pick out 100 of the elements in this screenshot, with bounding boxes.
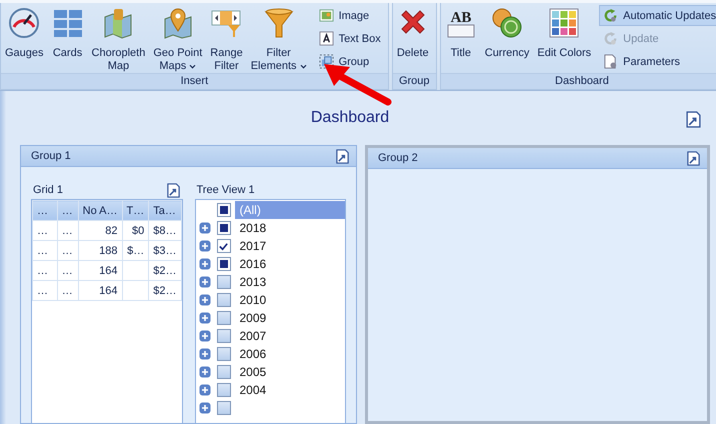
checkbox[interactable]	[216, 203, 230, 217]
tree-row[interactable]: 2013	[196, 273, 345, 291]
ribbon-button[interactable]: Cards	[48, 5, 88, 60]
tree-item-label: 2005	[238, 364, 268, 381]
ribbon-button[interactable]: AB Title	[440, 5, 481, 60]
table-cell: 164	[78, 260, 122, 280]
table-cell: $3…	[148, 240, 181, 260]
tree-item-label: (All)	[234, 201, 345, 219]
tree-row[interactable]: 2016	[196, 255, 345, 273]
funnel-icon	[262, 7, 295, 39]
cards-icon	[52, 7, 84, 39]
tree-item-label: 2009	[238, 310, 268, 327]
group-panel[interactable]: Group 1 Grid 1 … … No A… T… Ta… … … 82 $0 $8… … … 188 $… $3… … … 164 $2… … … 164 $2… Tree View 1 (All) 2018 2017 2016 2013 2010 2009 2007 2006 2005 2004	[20, 145, 357, 424]
tree-item-label: 2017	[238, 238, 268, 255]
ribbon-button[interactable]: Image	[314, 5, 385, 26]
tree-item-label: 2018	[238, 220, 268, 237]
tree-row[interactable]: 2007	[196, 327, 345, 345]
expand-icon[interactable]	[198, 330, 210, 342]
expand-icon[interactable]	[198, 222, 210, 234]
table-cell: 164	[78, 280, 122, 300]
tree-item-label: 2007	[238, 328, 268, 345]
export-icon[interactable]	[685, 111, 702, 128]
tree-item-label: 2010	[238, 292, 268, 309]
ribbon-group-label: Dashboard	[440, 73, 716, 89]
column-header[interactable]: T…	[122, 200, 149, 220]
ribbon-button[interactable]: Text Box	[314, 28, 385, 49]
column-header[interactable]: …	[32, 200, 58, 220]
coins-icon	[491, 7, 524, 39]
table-cell: $…	[122, 240, 149, 260]
ribbon-group-label: Group	[392, 73, 436, 89]
ribbon-button[interactable]: Range Filter	[206, 5, 247, 73]
column-header[interactable]: …	[57, 200, 78, 220]
ribbon-group-label: Insert	[1, 73, 388, 89]
tree-row[interactable]: 2010	[196, 291, 345, 309]
checkbox[interactable]	[216, 347, 230, 361]
checkbox[interactable]	[216, 365, 230, 379]
group-panel[interactable]: Group 2	[365, 145, 710, 424]
text-box-icon	[318, 31, 334, 46]
ribbon-button[interactable]: Parameters	[599, 51, 716, 72]
tree-item-label: 2013	[238, 274, 268, 291]
tree-item-label: 2006	[238, 346, 268, 363]
expand-icon[interactable]	[198, 240, 210, 252]
table-cell	[122, 260, 149, 280]
checkbox[interactable]	[216, 293, 230, 307]
tree-row[interactable]: 2006	[196, 345, 345, 363]
export-icon[interactable]	[166, 182, 180, 198]
tree-item-label: 2004	[238, 382, 268, 399]
color-palette-icon	[548, 7, 580, 39]
image-icon	[318, 8, 334, 23]
column-header[interactable]: Ta…	[148, 200, 181, 220]
tree-row[interactable]: 2005	[196, 363, 345, 381]
expand-icon[interactable]	[198, 294, 210, 306]
table-cell: …	[57, 260, 78, 280]
refresh-icon	[603, 8, 618, 23]
ribbon-button[interactable]: Filter Elements	[246, 5, 311, 73]
expand-icon[interactable]	[198, 258, 210, 270]
ribbon-button[interactable]: Automatic Updates	[599, 5, 716, 26]
table-cell: $0	[122, 220, 149, 240]
ribbon-button[interactable]: Delete	[392, 5, 433, 60]
table-cell: 188	[78, 240, 122, 260]
ribbon-button[interactable]: Gauges	[1, 5, 48, 60]
ribbon-button[interactable]: Choropleth Map	[88, 5, 150, 73]
table-cell: $2…	[148, 260, 181, 280]
expand-icon[interactable]	[198, 312, 210, 324]
export-icon[interactable]	[686, 150, 701, 166]
expand-icon[interactable]	[198, 402, 210, 414]
expand-icon[interactable]	[198, 348, 210, 360]
ribbon-button[interactable]: Currency	[480, 5, 534, 60]
checkbox[interactable]	[216, 275, 230, 289]
checkbox[interactable]	[216, 383, 230, 397]
checkbox[interactable]	[216, 401, 230, 415]
checkbox[interactable]	[216, 221, 230, 235]
expand-icon[interactable]	[198, 384, 210, 396]
table-cell: …	[32, 220, 58, 240]
ribbon-button[interactable]: Edit Colors	[533, 5, 596, 60]
checkbox[interactable]	[216, 311, 230, 325]
checkbox[interactable]	[216, 329, 230, 343]
table-cell: …	[32, 240, 58, 260]
map-icon	[102, 7, 134, 39]
document-gear-icon	[603, 54, 618, 69]
map-pin-icon	[162, 7, 194, 39]
grid-title: Grid 1	[33, 184, 63, 196]
export-icon[interactable]	[335, 148, 350, 164]
gauge-icon	[8, 7, 40, 39]
table-cell: …	[32, 280, 58, 300]
column-header[interactable]: No A…	[78, 200, 122, 220]
tree-row[interactable]: 2009	[196, 309, 345, 327]
table-cell: $8…	[148, 220, 181, 240]
dashboard-title: Dashboard	[310, 109, 390, 127]
checkbox[interactable]	[216, 257, 230, 271]
table-cell: …	[57, 220, 78, 240]
expand-icon[interactable]	[198, 366, 210, 378]
table-cell	[122, 280, 149, 300]
checkbox[interactable]	[216, 239, 230, 253]
tree-row[interactable]: 2018	[196, 219, 345, 237]
group-title: Group 1	[31, 150, 71, 162]
expand-icon[interactable]	[198, 276, 210, 288]
tree-row[interactable]: 2017	[196, 237, 345, 255]
ribbon-button[interactable]: Geo Point Maps	[149, 5, 206, 73]
tree-row[interactable]: 2004	[196, 381, 345, 399]
